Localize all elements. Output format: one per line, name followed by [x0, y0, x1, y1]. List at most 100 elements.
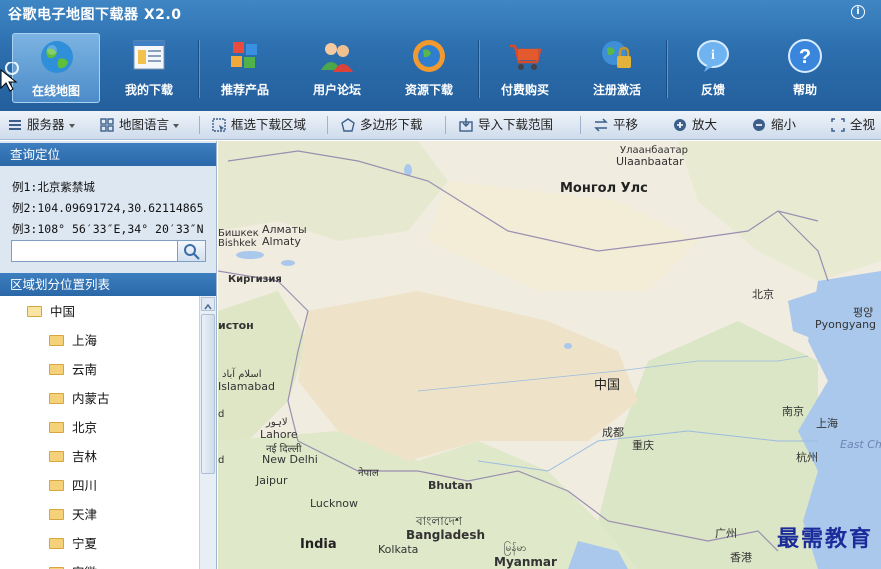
map-label-shanghai: 上海	[816, 417, 838, 430]
download-list-icon	[133, 40, 165, 70]
register-activate-button[interactable]: 注册激活	[573, 33, 661, 103]
zoom-in-button[interactable]: 放大	[673, 115, 717, 135]
toolbar-separator	[327, 116, 328, 134]
tree-node-label: 吉林	[72, 449, 98, 464]
tree-node-child[interactable]: 吉林	[49, 446, 97, 468]
map-label-lahore-ur: لاہور	[266, 417, 288, 428]
tree-node-label: 北京	[72, 420, 98, 435]
map-label-india: India	[300, 537, 337, 552]
tree-node-label: 中国	[50, 304, 76, 319]
server-dropdown[interactable]: 服务器	[8, 115, 75, 135]
my-downloads-label: 我的下载	[124, 83, 173, 97]
region-tree: 中国 上海 云南 内蒙古 北京 吉林 四川 天津 宁夏 安徽	[0, 296, 199, 569]
box-select-button[interactable]: 框选下载区域	[212, 115, 306, 135]
info-icon[interactable]: i	[851, 5, 865, 19]
tree-node-child[interactable]: 上海	[49, 330, 97, 352]
my-downloads-button[interactable]: 我的下载	[105, 33, 193, 103]
user-forum-button[interactable]: 用户论坛	[293, 33, 381, 103]
tree-node-child[interactable]: 宁夏	[49, 533, 97, 555]
map-label-islamabad: Islamabad	[218, 380, 275, 393]
map-label-chengdu: 成都	[602, 426, 624, 439]
map-toolbar: 服务器 地图语言 框选下载区域 多边形下载 导入下载范围 平移 放大 缩小 全视	[0, 111, 881, 140]
help-button[interactable]: ? 帮助	[761, 33, 849, 103]
map-label-new-delhi: New Delhi	[262, 453, 318, 466]
purchase-button[interactable]: 付费购买	[481, 33, 569, 103]
import-icon	[459, 117, 473, 132]
toolbar-separator	[199, 116, 200, 134]
tree-node-label: 云南	[72, 362, 98, 377]
map-label-lucknow: Lucknow	[310, 497, 359, 510]
help-label: 帮助	[792, 83, 817, 97]
scroll-up-icon[interactable]	[201, 297, 215, 311]
map-label-ulaanbaatar: Ulaanbaatar	[616, 155, 684, 168]
tree-node-child[interactable]: 北京	[49, 417, 97, 439]
map-label-d-fragment: d	[218, 409, 225, 420]
grid-icon	[100, 117, 114, 132]
tree-node-child[interactable]: 安徽	[49, 562, 97, 569]
full-view-icon	[831, 117, 845, 132]
left-panel: 查询定位 例1:北京紫禁城 例2:104.09691724,30.6211486…	[0, 141, 217, 569]
tree-scrollbar[interactable]	[199, 296, 216, 569]
lock-globe-icon	[602, 41, 631, 68]
online-map-button[interactable]: 在线地图	[12, 33, 100, 103]
tree-node-label: 天津	[72, 507, 98, 522]
polygon-icon	[341, 117, 355, 132]
feedback-button[interactable]: i 反馈	[669, 33, 757, 103]
map-label-pakistan-fragment: истон	[218, 319, 254, 332]
search-input[interactable]	[11, 240, 206, 262]
tree-node-label: 上海	[72, 333, 98, 348]
user-forum-label: 用户论坛	[312, 83, 361, 97]
cubes-icon	[231, 42, 257, 68]
resource-download-button[interactable]: 资源下载	[385, 33, 473, 103]
search-button[interactable]	[177, 241, 205, 261]
regions-header: 区域划分位置列表	[0, 273, 216, 296]
map-label-chongqing: 重庆	[632, 439, 654, 452]
tree-node-label: 四川	[72, 478, 98, 493]
map-label-east-china-sea: East Ch	[840, 438, 881, 451]
ribbon-separator	[478, 40, 479, 98]
recommended-products-label: 推荐产品	[220, 83, 269, 97]
map-label-islamabad-ur: اسلام آباد	[222, 369, 262, 380]
map-label-myanmar-my: မြန်မာ	[504, 543, 527, 554]
purchase-label: 付费购买	[500, 83, 549, 97]
map-label-pyongyang: Pyongyang	[815, 318, 877, 331]
cart-icon	[510, 44, 542, 70]
tree-node-child[interactable]: 内蒙古	[49, 388, 110, 410]
map-label-bhutan: Bhutan	[428, 479, 473, 492]
folder-icon	[49, 509, 64, 520]
recommended-products-button[interactable]: 推荐产品	[201, 33, 289, 103]
map-label-myanmar: Myanmar	[494, 555, 557, 569]
svg-text:?: ?	[799, 46, 811, 68]
map-label-beijing: 北京	[752, 288, 774, 301]
map-label-lahore: Lahore	[260, 428, 298, 441]
scrollbar-thumb[interactable]	[201, 314, 215, 474]
map-language-label: 地图语言	[119, 117, 170, 132]
help-icon: ?	[788, 39, 822, 73]
folder-icon	[49, 538, 64, 549]
tree-node-label: 安徽	[72, 565, 97, 569]
tree-node-child[interactable]: 四川	[49, 475, 97, 497]
zoom-out-button[interactable]: 缩小	[752, 115, 796, 135]
search-icon	[184, 244, 200, 260]
box-select-icon	[212, 117, 226, 132]
watermark: 最需教育	[776, 526, 873, 552]
pan-button[interactable]: 平移	[594, 115, 638, 135]
full-view-button[interactable]: 全视	[831, 115, 875, 135]
zoom-in-label: 放大	[692, 117, 718, 132]
ribbon-separator	[666, 40, 667, 98]
map-view[interactable]: Улаанбаатар Ulaanbaatar Монгол Улс Бишке…	[218, 141, 881, 569]
tree-node-child[interactable]: 天津	[49, 504, 97, 526]
tree-node-china[interactable]: 中国	[27, 301, 75, 323]
map-label-nepal-ne: नेपाल	[358, 468, 379, 479]
folder-icon	[49, 393, 64, 404]
import-range-button[interactable]: 导入下载范围	[459, 115, 553, 135]
globe-icon	[41, 41, 73, 73]
query-header: 查询定位	[0, 143, 216, 166]
map-label-kyrgyzstan: Киргизия	[228, 274, 282, 285]
box-select-label: 框选下载区域	[231, 117, 307, 132]
feedback-icon: i	[697, 40, 729, 72]
map-label-nanjing: 南京	[782, 405, 804, 418]
polygon-download-button[interactable]: 多边形下载	[341, 115, 423, 135]
tree-node-child[interactable]: 云南	[49, 359, 97, 381]
map-language-dropdown[interactable]: 地图语言	[100, 115, 180, 135]
